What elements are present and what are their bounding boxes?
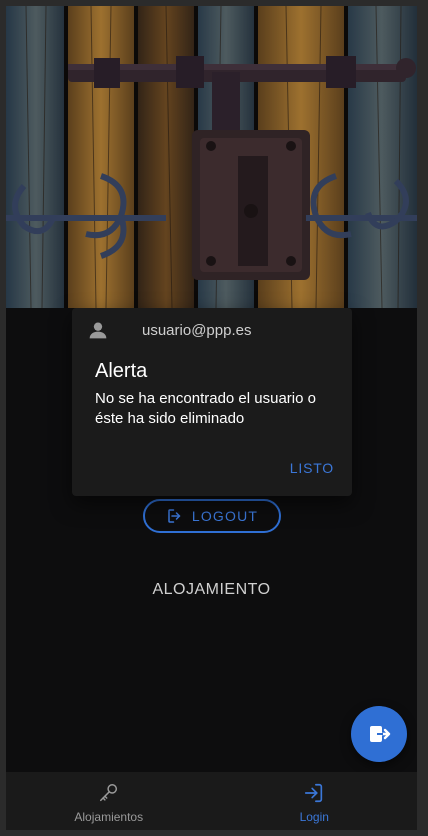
user-email: usuario@ppp.es bbox=[142, 322, 252, 339]
dialog-title: Alerta bbox=[95, 360, 148, 382]
logout-icon bbox=[168, 509, 181, 523]
app-screen: LOGOUT ALOJAMIENTO usuario@ppp.es Alerta… bbox=[6, 6, 417, 830]
dialog-ok-button[interactable]: LISTO bbox=[290, 460, 334, 476]
fab-logout-button[interactable] bbox=[351, 706, 407, 762]
logout-button[interactable]: LOGOUT bbox=[143, 499, 281, 533]
nav-label-login: Login bbox=[299, 810, 329, 824]
logout-button-label: LOGOUT bbox=[191, 508, 259, 524]
alert-dialog: usuario@ppp.es Alerta No se ha encontrad… bbox=[72, 308, 352, 496]
nav-item-login[interactable]: Login bbox=[212, 772, 418, 830]
person-icon bbox=[89, 322, 107, 339]
key-icon bbox=[99, 784, 117, 802]
nav-label-alojamientos: Alojamientos bbox=[74, 810, 144, 824]
user-row: usuario@ppp.es bbox=[72, 308, 352, 352]
hero-image bbox=[6, 6, 417, 308]
nav-item-alojamientos[interactable]: Alojamientos bbox=[6, 772, 212, 830]
dialog-message: No se ha encontrado el usuario o éste ha… bbox=[95, 390, 316, 427]
logout-icon bbox=[370, 726, 391, 742]
section-title: ALOJAMIENTO bbox=[152, 581, 271, 598]
login-icon bbox=[305, 783, 323, 803]
bottom-navigation: Alojamientos Login bbox=[6, 772, 417, 830]
